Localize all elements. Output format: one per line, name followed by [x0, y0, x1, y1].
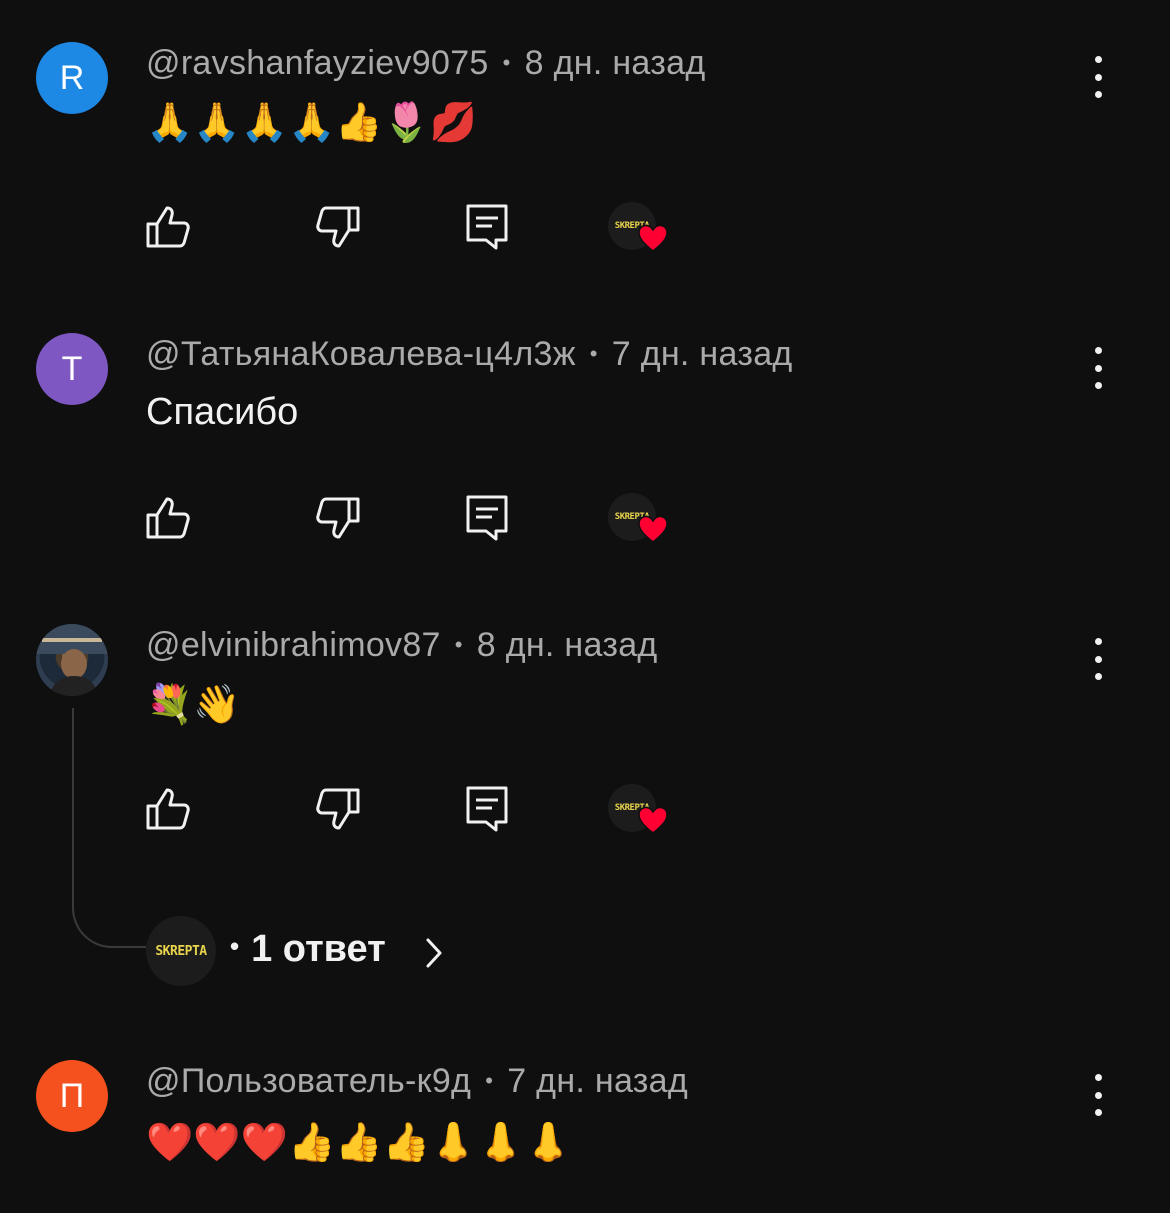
thumbs-up-icon: [146, 206, 190, 248]
comment-text: Спасибо: [146, 391, 299, 433]
comment-author[interactable]: @elvinibrahimov87: [146, 626, 441, 664]
comment-time: 7 дн. назад: [611, 335, 793, 373]
chevron-right-icon: [426, 938, 442, 968]
dislike-button[interactable]: [312, 784, 362, 834]
reply-icon: [466, 204, 508, 250]
reply-button[interactable]: [462, 493, 512, 543]
more-vert-icon[interactable]: [1080, 343, 1116, 393]
comment-actions: SKREPTA: [0, 493, 1170, 553]
like-button[interactable]: [144, 784, 194, 834]
comment-text: ❤️❤️❤️👍👍👍👃👃👃: [146, 1120, 572, 1164]
comment-time: 8 дн. назад: [476, 626, 658, 664]
creator-heart-badge: SKREPTA: [608, 202, 672, 262]
more-vert-icon[interactable]: [1080, 52, 1116, 102]
creator-heart-badge: SKREPTA: [608, 493, 672, 553]
avatar[interactable]: T: [36, 333, 108, 405]
comment-author[interactable]: @ТатьянаКовалева-ц4л3ж: [146, 335, 576, 373]
reply-button[interactable]: [462, 784, 512, 834]
comment-actions: SKREPTA: [0, 784, 1170, 844]
thumbs-up-icon: [146, 788, 190, 830]
comment-author[interactable]: @ravshanfayziev9075: [146, 44, 489, 82]
meta-separator: •: [589, 341, 598, 366]
like-button[interactable]: [144, 493, 194, 543]
channel-avatar: SKREPTA: [146, 916, 216, 986]
dislike-button[interactable]: [312, 202, 362, 252]
avatar-letter: П: [59, 1076, 85, 1115]
reply-icon: [466, 786, 508, 832]
comment-time: 8 дн. назад: [524, 44, 706, 82]
comment-time: 7 дн. назад: [507, 1062, 689, 1100]
comment-meta: @Пользователь-к9д • 7 дн. назад: [146, 1062, 688, 1101]
reply-button[interactable]: [462, 202, 512, 252]
creator-heart-badge: SKREPTA: [608, 784, 672, 844]
comment-meta: @ravshanfayziev9075 • 8 дн. назад: [146, 44, 705, 83]
thumbs-down-icon: [316, 497, 360, 539]
heart-icon: [638, 515, 668, 543]
user-photo-icon: [36, 624, 108, 696]
comment-meta: @ТатьянаКовалева-ц4л3ж • 7 дн. назад: [146, 335, 793, 374]
avatar[interactable]: R: [36, 42, 108, 114]
thumbs-down-icon: [316, 206, 360, 248]
heart-icon: [638, 806, 668, 834]
avatar-letter: T: [61, 349, 83, 388]
thread-line: [72, 708, 146, 948]
avatar[interactable]: [36, 624, 108, 696]
meta-separator: •: [454, 632, 463, 657]
meta-separator: •: [502, 50, 511, 75]
comments-list: R @ravshanfayziev9075 • 8 дн. назад 🙏🙏🙏🙏👍🌷…: [0, 0, 1170, 1213]
replies-count: • 1 ответ: [230, 928, 386, 971]
view-replies-button[interactable]: SKREPTA • 1 ответ: [146, 916, 546, 988]
meta-separator: •: [485, 1068, 494, 1093]
comment-text: 🙏🙏🙏🙏👍🌷💋: [146, 100, 478, 144]
comment-author[interactable]: @Пользователь-к9д: [146, 1062, 471, 1100]
dislike-button[interactable]: [312, 493, 362, 543]
heart-icon: [638, 224, 668, 252]
comment-text: 💐👋: [146, 682, 241, 726]
more-vert-icon[interactable]: [1080, 1070, 1116, 1120]
replies-label: 1 ответ: [251, 928, 386, 970]
more-vert-icon[interactable]: [1080, 634, 1116, 684]
comment-actions: SKREPTA: [0, 202, 1170, 262]
comment-meta: @elvinibrahimov87 • 8 дн. назад: [146, 626, 658, 665]
like-button[interactable]: [144, 202, 194, 252]
avatar-letter: R: [59, 58, 85, 97]
thumbs-up-icon: [146, 497, 190, 539]
avatar[interactable]: П: [36, 1060, 108, 1132]
thumbs-down-icon: [316, 788, 360, 830]
reply-icon: [466, 495, 508, 541]
meta-separator: •: [230, 931, 240, 961]
